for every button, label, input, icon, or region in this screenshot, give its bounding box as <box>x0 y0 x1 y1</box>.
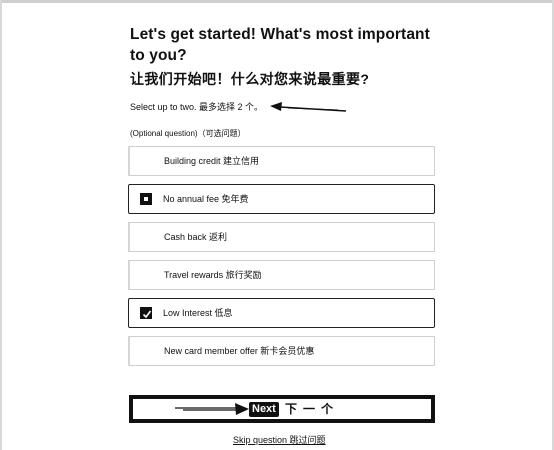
frame-left-edge <box>0 0 2 450</box>
option-label: Cash back 返利 <box>164 232 228 242</box>
arrow-right-icon <box>175 403 249 415</box>
checkbox-icon[interactable] <box>140 193 152 205</box>
option-building-credit[interactable]: Building credit 建立信用 <box>128 146 435 176</box>
arrow-left-icon <box>270 102 347 112</box>
page-title-zh: 让我们开始吧！什么对您来说最重要? <box>130 71 370 87</box>
option-label: No annual fee 免年费 <box>163 194 249 204</box>
option-no-annual-fee[interactable]: No annual fee 免年费 <box>128 184 435 214</box>
options-list: Building credit 建立信用 No annual fee 免年费 C… <box>128 146 435 374</box>
next-button[interactable]: Next 下一个 <box>129 395 435 423</box>
optional-question-label: (Optional question)（可选问题） <box>130 129 246 138</box>
subtitle: Select up to two. 最多选择 2 个。 <box>130 102 264 112</box>
option-low-interest[interactable]: Low Interest 低息 <box>128 298 435 328</box>
frame-top-edge <box>0 0 554 3</box>
checkmark-icon[interactable] <box>140 307 152 319</box>
option-label: New card member offer 新卡会员优惠 <box>164 346 315 356</box>
option-label: Low Interest 低息 <box>163 308 233 318</box>
next-button-label-zh: 下一个 <box>285 402 340 416</box>
page-title: Let's get started! What's most important… <box>130 26 430 64</box>
option-cash-back[interactable]: Cash back 返利 <box>128 222 435 252</box>
next-button-inner: Next 下一个 <box>133 399 431 419</box>
next-button-label: Next <box>249 402 279 417</box>
option-label: Building credit 建立信用 <box>164 156 260 166</box>
option-label: Travel rewards 旅行奖励 <box>164 270 262 280</box>
option-new-card-member-offer[interactable]: New card member offer 新卡会员优惠 <box>128 336 435 366</box>
page: Let's get started! What's most important… <box>0 0 554 450</box>
skip-question-link[interactable]: Skip question 跳过问题 <box>233 433 326 446</box>
option-travel-rewards[interactable]: Travel rewards 旅行奖励 <box>128 260 435 290</box>
